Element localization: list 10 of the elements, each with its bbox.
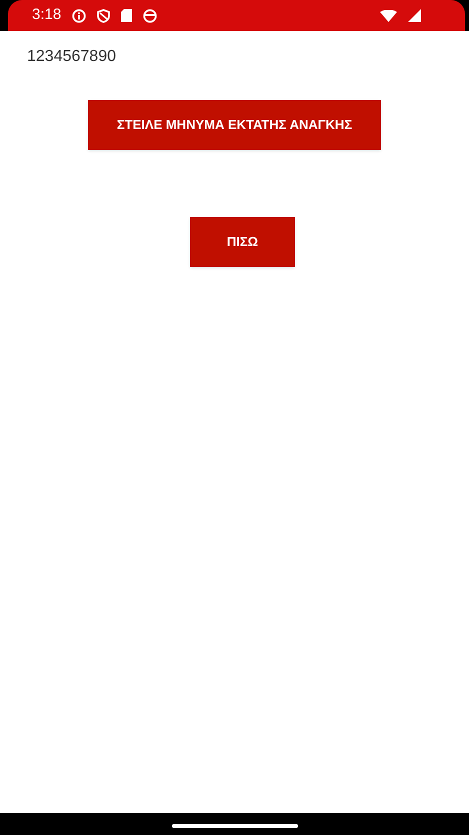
sd-card-icon — [121, 9, 132, 22]
action-button[interactable]: ΠΙΣΩ — [190, 217, 295, 267]
clock: 3:18 — [32, 5, 62, 26]
home-indicator[interactable] — [172, 824, 298, 828]
action-button[interactable]: ΣΤΕΙΛΕ ΜΗΝΥΜΑ ΕΚΤΑΤΗΣ ΑΝΑΓΚΗΣ — [88, 100, 381, 150]
info-icon — [72, 8, 86, 22]
signal-icon — [408, 9, 421, 22]
shield-icon — [97, 8, 110, 22]
phone-number: 1234567890 — [27, 47, 117, 67]
wifi-icon — [380, 10, 397, 22]
